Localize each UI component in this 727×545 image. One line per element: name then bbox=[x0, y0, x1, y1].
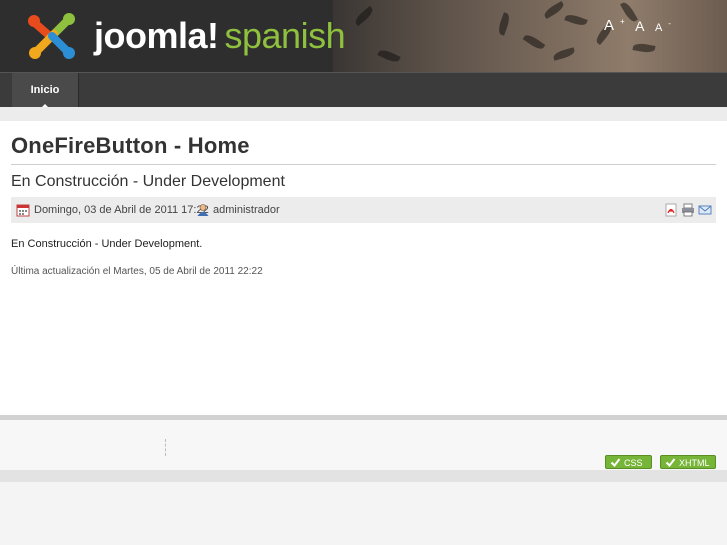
main-nav: Inicio bbox=[0, 72, 727, 108]
logo-language: spanish bbox=[224, 15, 346, 56]
article-title[interactable]: En Construcción - Under Development bbox=[11, 173, 285, 191]
joomla-logo-icon[interactable] bbox=[26, 10, 78, 62]
page-title: OneFireButton - Home bbox=[11, 133, 250, 158]
font-reset-button[interactable]: A bbox=[635, 18, 644, 34]
font-size-tools: A + A A- bbox=[604, 16, 677, 36]
xhtml-valid-badge[interactable]: XHTML bbox=[660, 455, 716, 469]
article-body: En Construcción - Under Development. bbox=[11, 238, 203, 250]
site-footer: CSS XHTML bbox=[0, 420, 727, 470]
pdf-icon[interactable] bbox=[664, 203, 678, 217]
font-decrease-button[interactable]: A- bbox=[655, 19, 671, 34]
header-banner-image bbox=[333, 0, 727, 72]
checkmark-icon bbox=[665, 458, 676, 468]
main-content: OneFireButton - Home En Construcción - U… bbox=[0, 107, 727, 415]
css-valid-badge[interactable]: CSS bbox=[605, 455, 652, 469]
email-icon[interactable] bbox=[698, 203, 712, 217]
font-increase-button[interactable]: A + bbox=[604, 17, 625, 34]
article-author: administrador bbox=[213, 204, 280, 216]
article-created-date: Domingo, 03 de Abril de 2011 17:22 bbox=[34, 204, 209, 216]
checkmark-icon bbox=[610, 458, 621, 468]
title-divider bbox=[11, 164, 716, 165]
print-icon[interactable] bbox=[681, 203, 695, 217]
site-logo-text[interactable]: joomla! spanish bbox=[94, 14, 346, 58]
article-meta-bar: Domingo, 03 de Abril de 2011 17:22 admin… bbox=[11, 197, 716, 223]
footer-bottom-band bbox=[0, 470, 727, 482]
user-icon bbox=[197, 204, 209, 216]
site-header: joomla! spanish A + A A- bbox=[0, 0, 727, 72]
footer-divider bbox=[165, 439, 167, 456]
logo-brand: joomla! bbox=[94, 15, 219, 56]
nav-item-inicio[interactable]: Inicio bbox=[12, 73, 79, 108]
article-modified-date: Última actualización el Martes, 05 de Ab… bbox=[11, 266, 263, 277]
calendar-icon bbox=[16, 204, 30, 217]
